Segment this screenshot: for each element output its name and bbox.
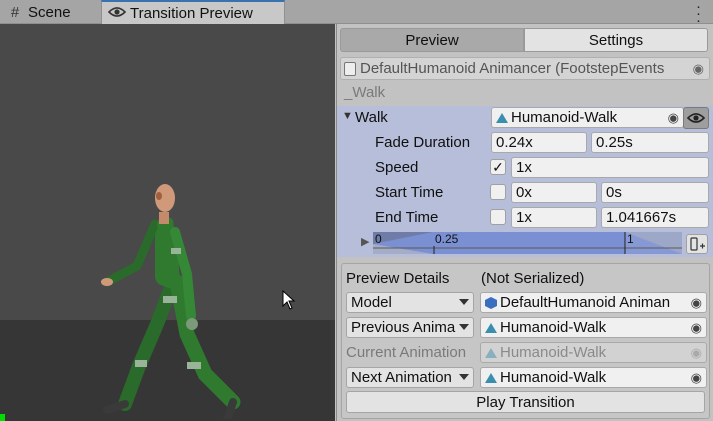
status-indicator [0, 414, 5, 421]
next-animation-value: Humanoid-Walk [500, 369, 607, 386]
animation-clip-icon [496, 112, 508, 123]
tab-bar: # Scene Transition Preview · · · [0, 0, 713, 28]
tab-scene[interactable]: # Scene [6, 0, 96, 24]
add-event-icon [690, 237, 705, 251]
fade-duration-normalized-field[interactable]: 0.24x [491, 132, 587, 153]
not-serialized-note: (Not Serialized) [481, 270, 585, 287]
object-picker-icon: ◉ [690, 345, 702, 360]
object-picker-icon[interactable]: ◉ [691, 320, 702, 336]
character-model [101, 184, 241, 419]
eye-icon [107, 5, 127, 22]
script-icon [344, 61, 356, 76]
hash-icon: # [10, 3, 20, 21]
chevron-down-icon [459, 374, 469, 380]
end-time-label: End Time [375, 209, 439, 226]
model-dropdown[interactable]: Model [346, 292, 474, 313]
tab-transition-preview[interactable]: Transition Preview [101, 0, 285, 24]
preview-eye-button[interactable] [683, 107, 709, 129]
preview-details-title: Preview Details [346, 270, 450, 287]
end-time-checkbox[interactable] [490, 209, 506, 225]
timeline-expand-icon[interactable]: ▶ [361, 235, 369, 248]
model-field[interactable]: DefaultHumanoid Animan ◉ [480, 292, 707, 313]
end-time-seconds-field[interactable]: 1.041667s [601, 207, 709, 228]
preview-details-panel: Preview Details (Not Serialized) Model D… [341, 263, 710, 419]
animation-clip-icon [485, 347, 497, 358]
timeline-tick-025: 0.25 [435, 232, 459, 246]
animation-clip-icon [485, 372, 497, 383]
model-value: DefaultHumanoid Animan [500, 294, 671, 311]
walk-clip-value: Humanoid-Walk [511, 109, 618, 126]
object-picker-icon[interactable]: ◉ [691, 370, 702, 386]
section-label: _Walk [344, 84, 386, 101]
current-animation-field: Humanoid-Walk ◉ [480, 342, 707, 363]
next-animation-dropdown[interactable]: Next Animation [346, 367, 474, 388]
fade-in-curve [373, 232, 682, 254]
current-animation-label: Current Animation [346, 344, 467, 361]
kebab-menu-icon[interactable]: · · · [696, 0, 701, 28]
speed-field[interactable]: 1x [511, 157, 709, 178]
model-dropdown-label: Model [351, 294, 392, 311]
scene-viewport[interactable] [0, 24, 335, 421]
transition-timeline[interactable]: 0 0.25 1 [373, 232, 682, 254]
animation-clip-icon [485, 322, 497, 333]
chevron-down-icon [459, 299, 469, 305]
fade-duration-label: Fade Duration [375, 134, 471, 151]
end-time-normalized-field[interactable]: 1x [511, 207, 597, 228]
current-animation-value: Humanoid-Walk [500, 344, 607, 361]
next-animation-label: Next Animation [351, 369, 452, 386]
tab-preview[interactable]: Preview [340, 28, 524, 52]
fade-duration-seconds-field[interactable]: 0.25s [591, 132, 709, 153]
previous-animation-value: Humanoid-Walk [500, 319, 607, 336]
tab-scene-label: Scene [28, 3, 71, 21]
inspector-panel: Preview Settings DefaultHumanoid Animanc… [336, 24, 713, 421]
timeline-tick-1: 1 [627, 232, 634, 246]
foldout-arrow-icon[interactable]: ▼ [342, 110, 353, 122]
animancer-component-value: DefaultHumanoid Animancer (FootstepEvent… [360, 60, 665, 77]
prefab-icon [485, 296, 497, 309]
chevron-down-icon [459, 324, 469, 330]
next-animation-field[interactable]: Humanoid-Walk ◉ [480, 367, 707, 388]
animancer-component-field[interactable]: DefaultHumanoid Animancer (FootstepEvent… [340, 57, 710, 80]
speed-checkbox[interactable]: ✓ [490, 159, 506, 175]
object-picker-icon[interactable]: ◉ [668, 110, 679, 126]
walk-clip-field[interactable]: Humanoid-Walk ◉ [491, 107, 684, 128]
start-time-checkbox[interactable] [490, 184, 506, 200]
walk-label: Walk [355, 109, 388, 126]
tab-settings[interactable]: Settings [524, 28, 708, 52]
eye-icon [687, 113, 705, 123]
add-event-button[interactable] [686, 234, 708, 254]
tab-transition-preview-label: Transition Preview [130, 4, 253, 22]
start-time-normalized-field[interactable]: 0x [511, 182, 597, 203]
previous-animation-dropdown[interactable]: Previous Anima [346, 317, 474, 338]
object-picker-icon[interactable]: ◉ [691, 295, 702, 311]
play-transition-button[interactable]: Play Transition [346, 391, 705, 413]
timeline-tick-0: 0 [375, 232, 382, 246]
start-time-seconds-field[interactable]: 0s [601, 182, 709, 203]
start-time-label: Start Time [375, 184, 444, 201]
previous-animation-label: Previous Anima [351, 319, 456, 336]
previous-animation-field[interactable]: Humanoid-Walk ◉ [480, 317, 707, 338]
mouse-cursor-icon [282, 290, 296, 310]
speed-label: Speed [375, 159, 419, 176]
object-picker-icon[interactable]: ◉ [693, 61, 704, 77]
